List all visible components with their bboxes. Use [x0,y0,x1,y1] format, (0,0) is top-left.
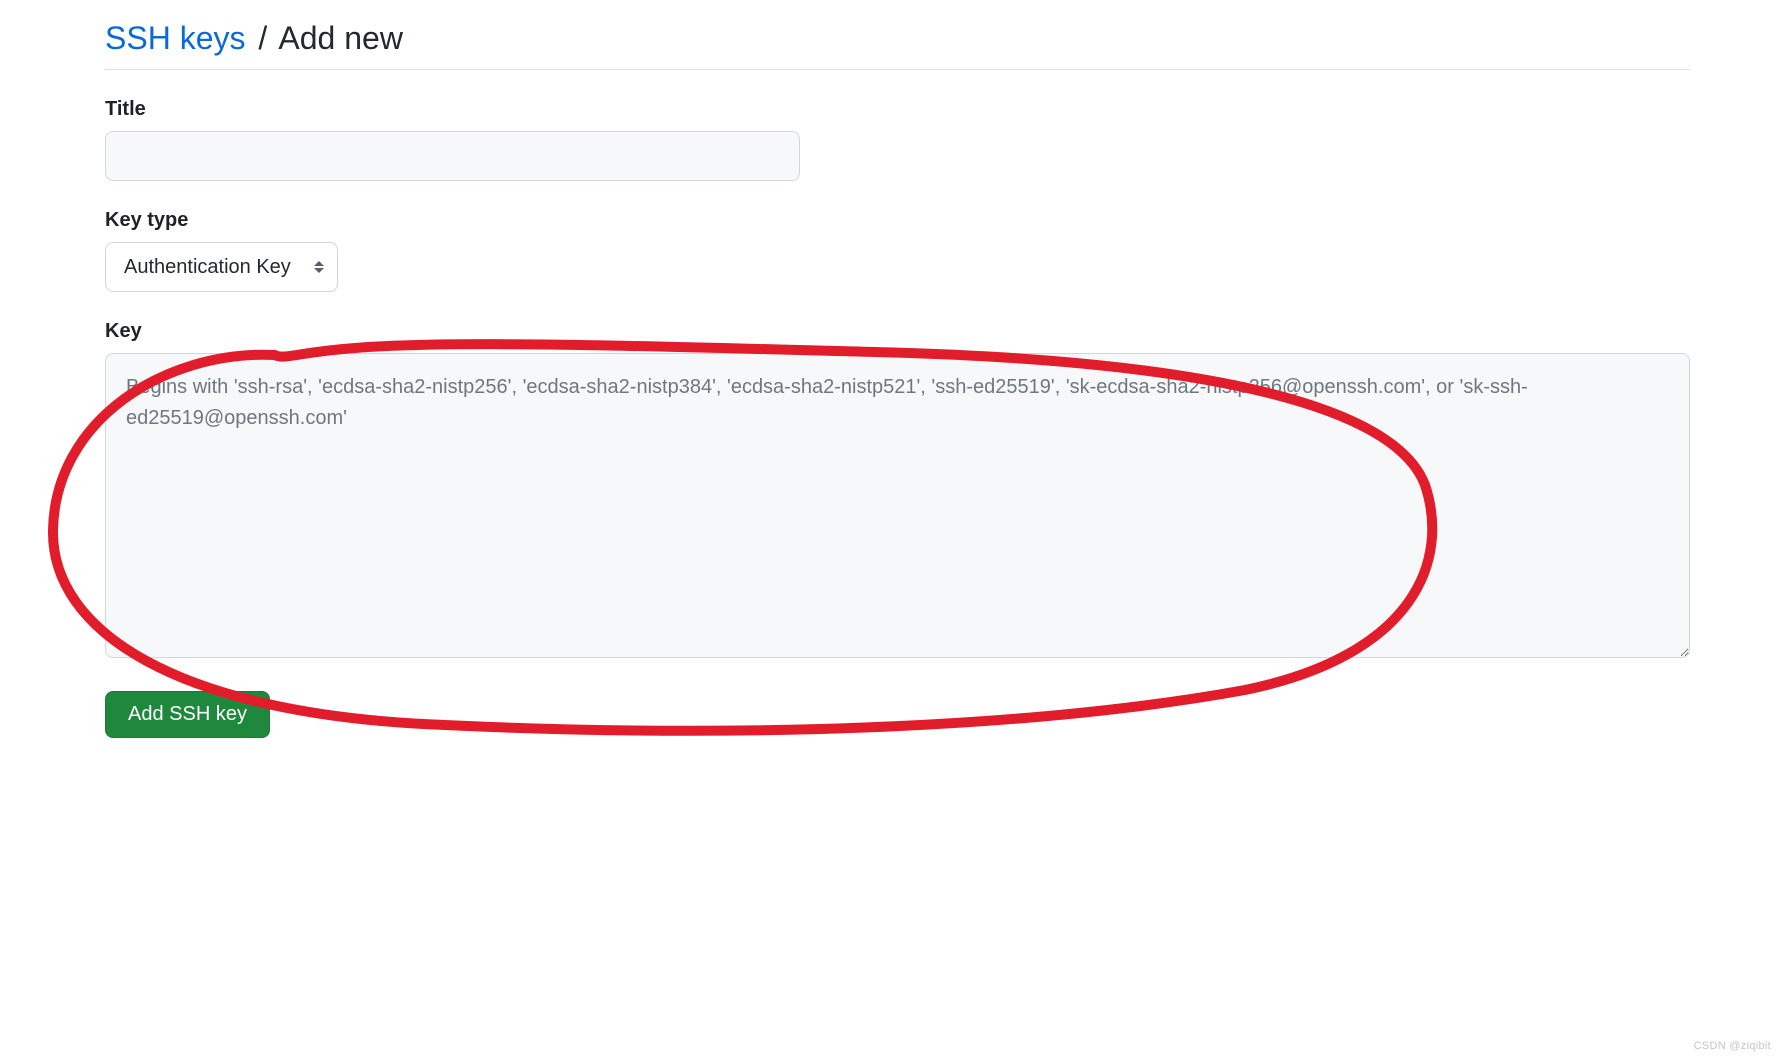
key-type-label: Key type [105,209,1690,232]
form-group-title: Title [105,98,1690,181]
breadcrumb-current: Add new [278,20,403,56]
form-group-key: Key [105,320,1690,663]
title-input[interactable] [105,131,800,181]
breadcrumb-link-ssh-keys[interactable]: SSH keys [105,20,245,56]
title-label: Title [105,98,1690,121]
breadcrumb-separator: / [258,20,267,56]
form-group-key-type: Key type Authentication Key [105,209,1690,292]
page-container: SSH keys / Add new Title Key type Authen… [105,20,1690,738]
breadcrumb: SSH keys / Add new [105,20,1690,70]
key-type-select[interactable]: Authentication Key [105,242,338,292]
key-label: Key [105,320,1690,343]
key-textarea[interactable] [105,353,1690,658]
key-type-select-wrapper: Authentication Key [105,242,338,292]
add-ssh-key-button[interactable]: Add SSH key [105,691,270,738]
watermark: CSDN @ziqibit [1694,1040,1771,1052]
